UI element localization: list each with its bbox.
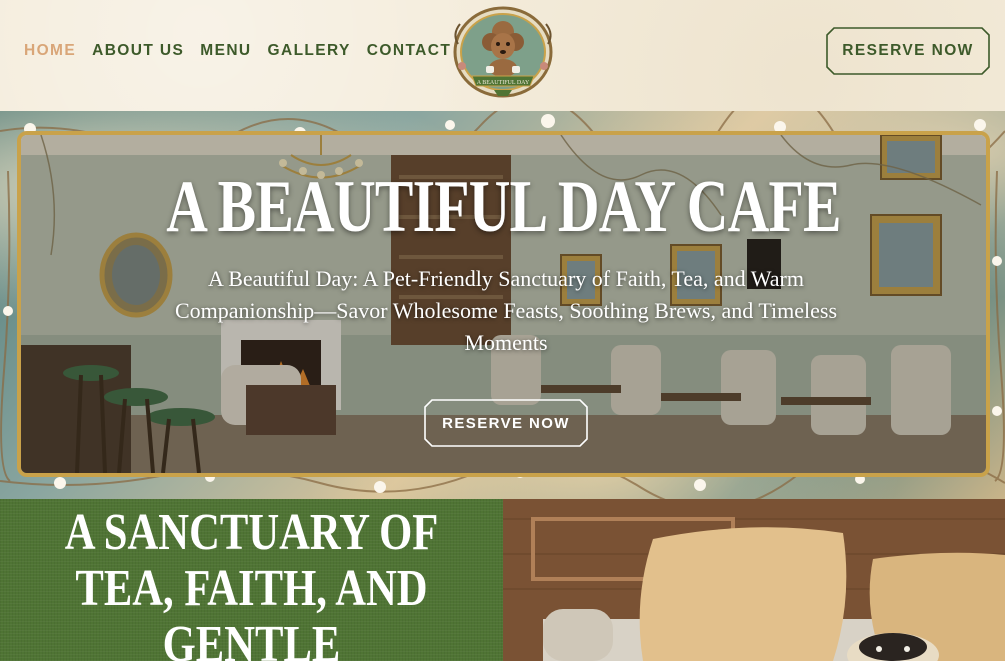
- cafe-logo[interactable]: A BEAUTIFUL DAY: [450, 4, 556, 102]
- reserve-now-label: RESERVE NOW: [442, 414, 570, 432]
- hero-subtitle: A Beautiful Day: A Pet-Friendly Sanctuar…: [174, 266, 838, 355]
- nav-about-us[interactable]: ABOUT US: [92, 42, 184, 60]
- section-title: A SANCTUARY OF TEA, FAITH, AND GENTLE: [64, 504, 439, 661]
- site-header: HOME ABOUT US MENU GALLERY CONTACT A BEA…: [0, 0, 1005, 111]
- poodle-logo-icon: A BEAUTIFUL DAY: [453, 6, 553, 98]
- nav-contact[interactable]: CONTACT: [367, 42, 451, 60]
- pug-on-sofa-image: [503, 499, 1005, 661]
- nav-home[interactable]: HOME: [24, 42, 76, 60]
- hero-banner: A BEAUTIFUL DAY CAFE A Beautiful Day: A …: [17, 131, 990, 477]
- nav-gallery[interactable]: GALLERY: [268, 42, 351, 60]
- pug-photo-icon: [503, 499, 1005, 661]
- nav-menu[interactable]: MENU: [200, 42, 251, 60]
- main-nav: HOME ABOUT US MENU GALLERY CONTACT: [24, 42, 467, 60]
- sanctuary-section: A SANCTUARY OF TEA, FAITH, AND GENTLE: [0, 499, 503, 661]
- hero-title: A BEAUTIFUL DAY CAFE: [166, 166, 841, 248]
- reserve-now-button-hero[interactable]: RESERVE NOW: [424, 399, 588, 447]
- logo-ribbon-text: A BEAUTIFUL DAY: [477, 80, 530, 86]
- reserve-now-label: RESERVE NOW: [842, 42, 974, 59]
- reserve-now-button-header[interactable]: RESERVE NOW: [826, 27, 990, 75]
